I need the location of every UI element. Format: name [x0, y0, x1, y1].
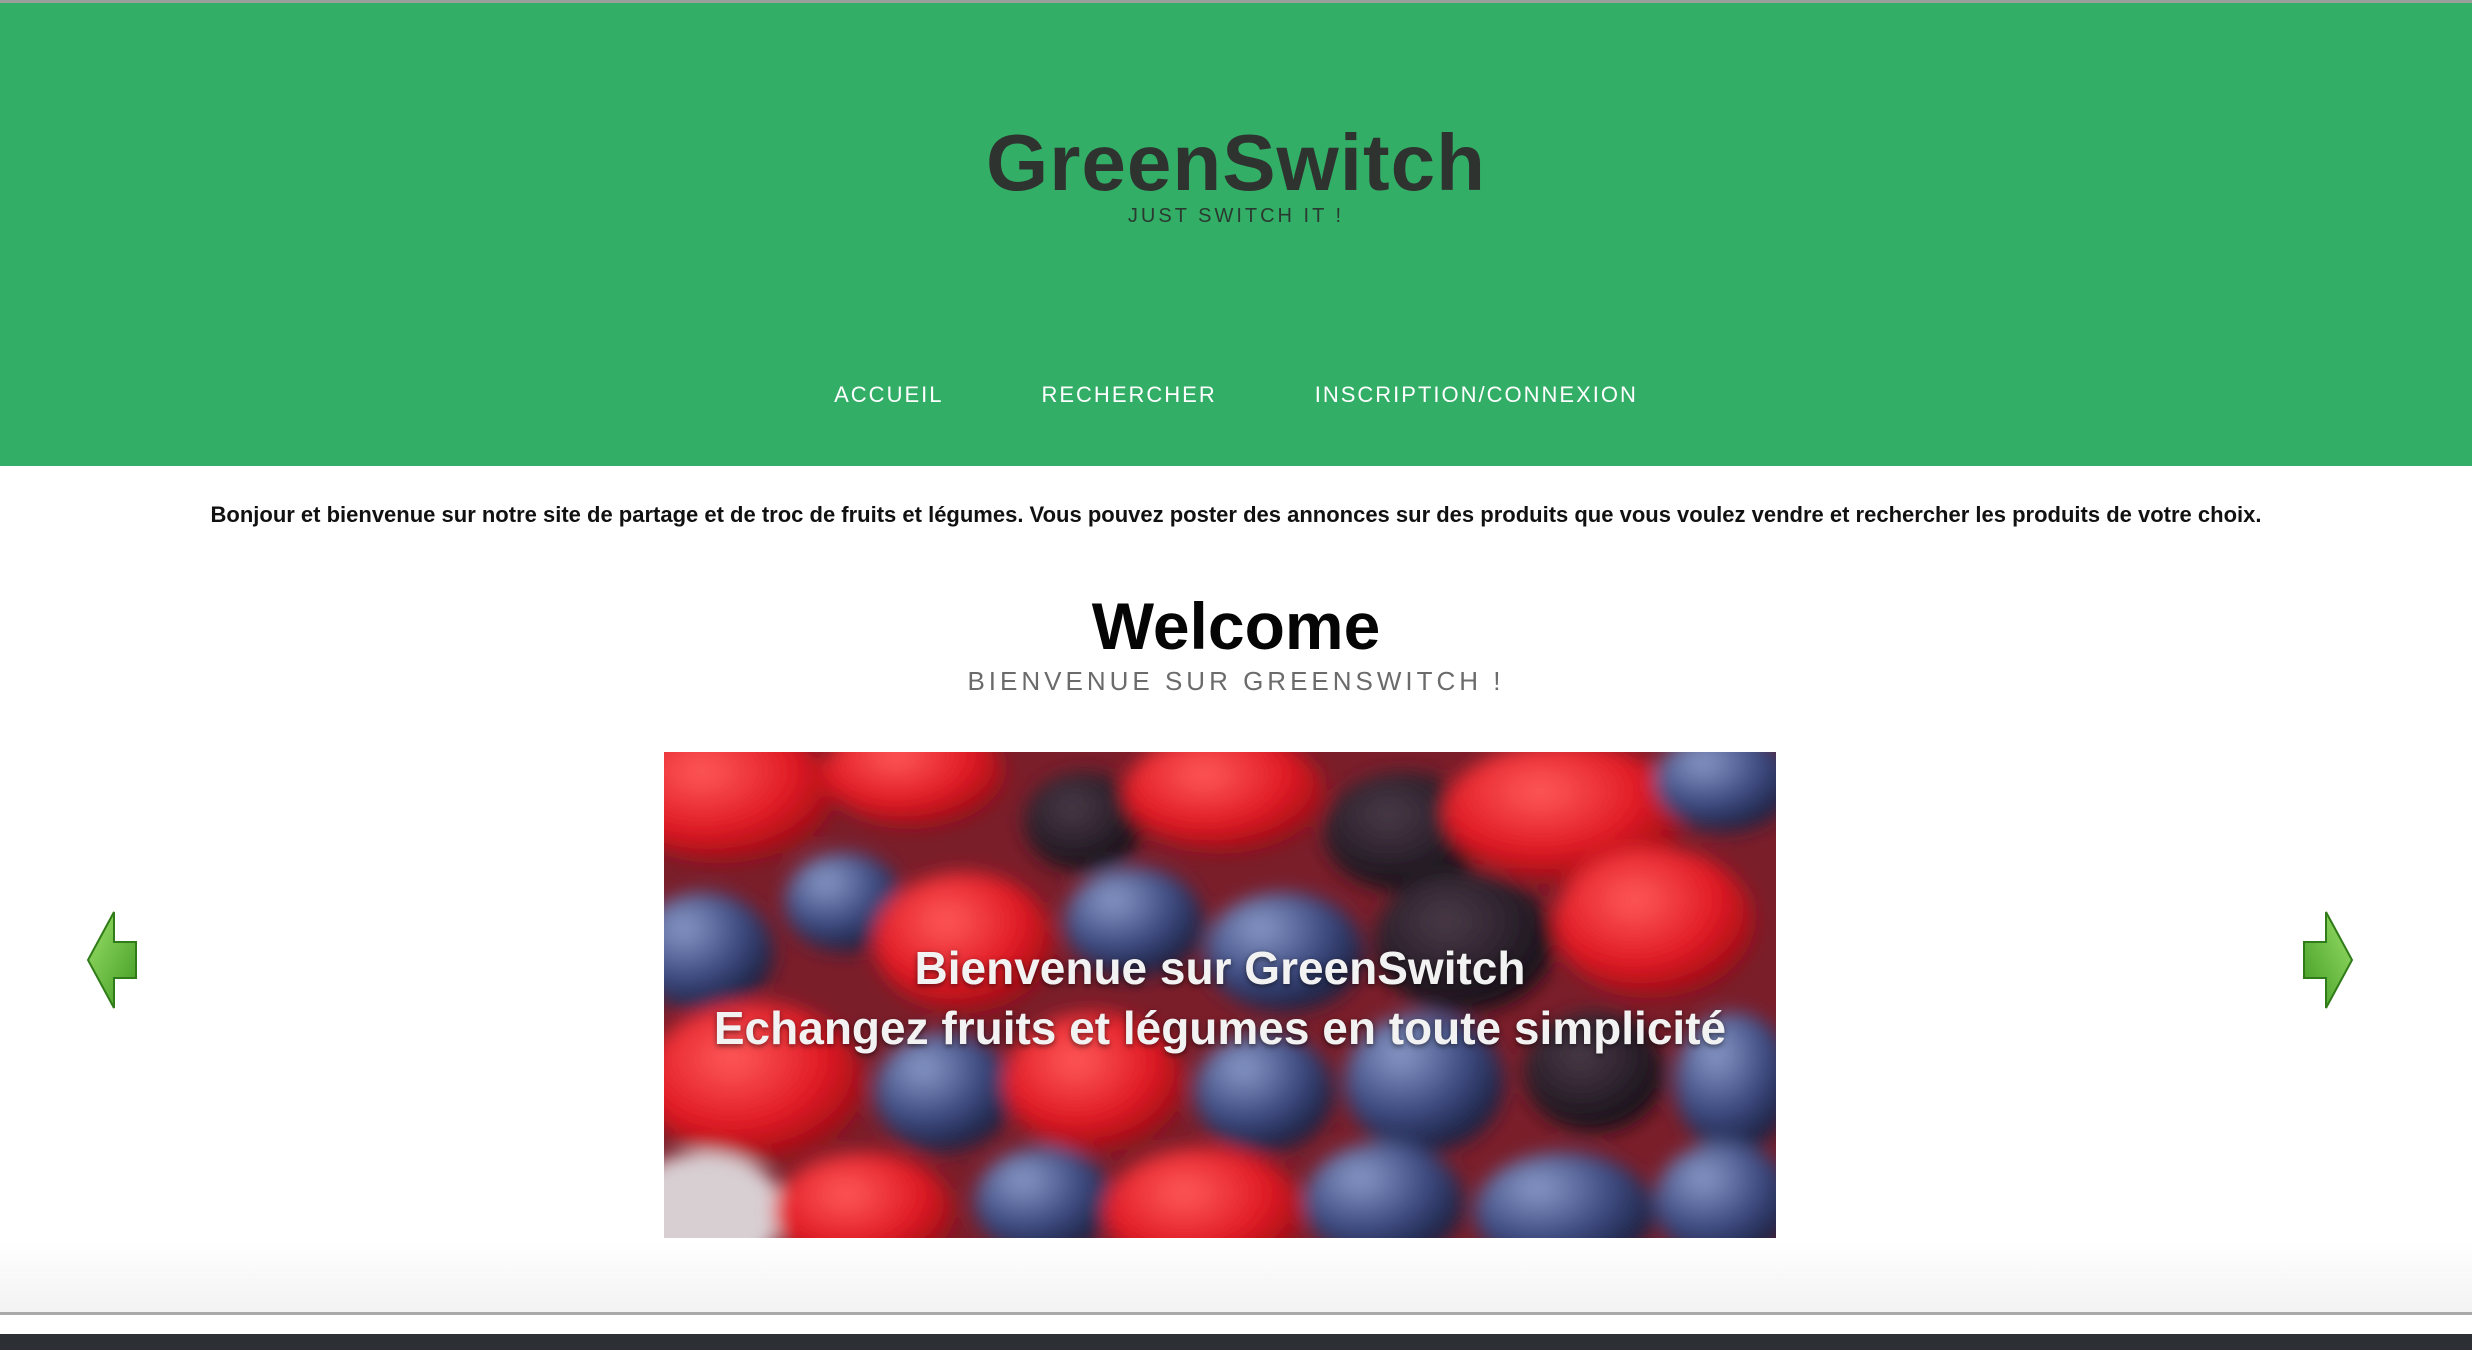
main-nav: ACCUEIL RECHERCHER INSCRIPTION/CONNEXION — [0, 378, 2472, 412]
page: GreenSwitch JUST SWITCH IT ! ACCUEIL REC… — [0, 0, 2472, 1350]
nav-item-inscription-connexion[interactable]: INSCRIPTION/CONNEXION — [1315, 378, 1638, 412]
site-header: GreenSwitch JUST SWITCH IT ! ACCUEIL REC… — [0, 3, 2472, 466]
image-slider[interactable]: Bienvenue sur GreenSwitch Echangez fruit… — [664, 752, 1776, 1238]
slide-caption: Bienvenue sur GreenSwitch Echangez fruit… — [664, 938, 1776, 1058]
intro-text: Bonjour et bienvenue sur notre site de p… — [210, 502, 2262, 527]
nav-item-accueil[interactable]: ACCUEIL — [834, 378, 943, 412]
slide-caption-line2: Echangez fruits et légumes en toute simp… — [713, 1002, 1727, 1054]
os-taskbar — [0, 1334, 2472, 1350]
welcome-subtitle: BIENVENUE SUR GREENSWITCH ! — [967, 666, 1505, 696]
site-tagline: JUST SWITCH IT ! — [1127, 205, 1345, 227]
page-bottom-fade — [0, 1240, 2472, 1312]
slider-next-button[interactable] — [2300, 908, 2354, 1012]
site-title[interactable]: GreenSwitch — [0, 108, 2472, 218]
welcome-title: Welcome — [1091, 589, 1381, 663]
slider-prev-button[interactable] — [86, 908, 140, 1012]
slide-caption-line1: Bienvenue sur GreenSwitch — [914, 942, 1526, 994]
arrow-right-icon — [2303, 911, 2354, 1009]
arrow-left-icon — [86, 911, 137, 1009]
page-bottom-rule — [0, 1312, 2472, 1315]
nav-item-rechercher[interactable]: RECHERCHER — [1041, 378, 1216, 412]
